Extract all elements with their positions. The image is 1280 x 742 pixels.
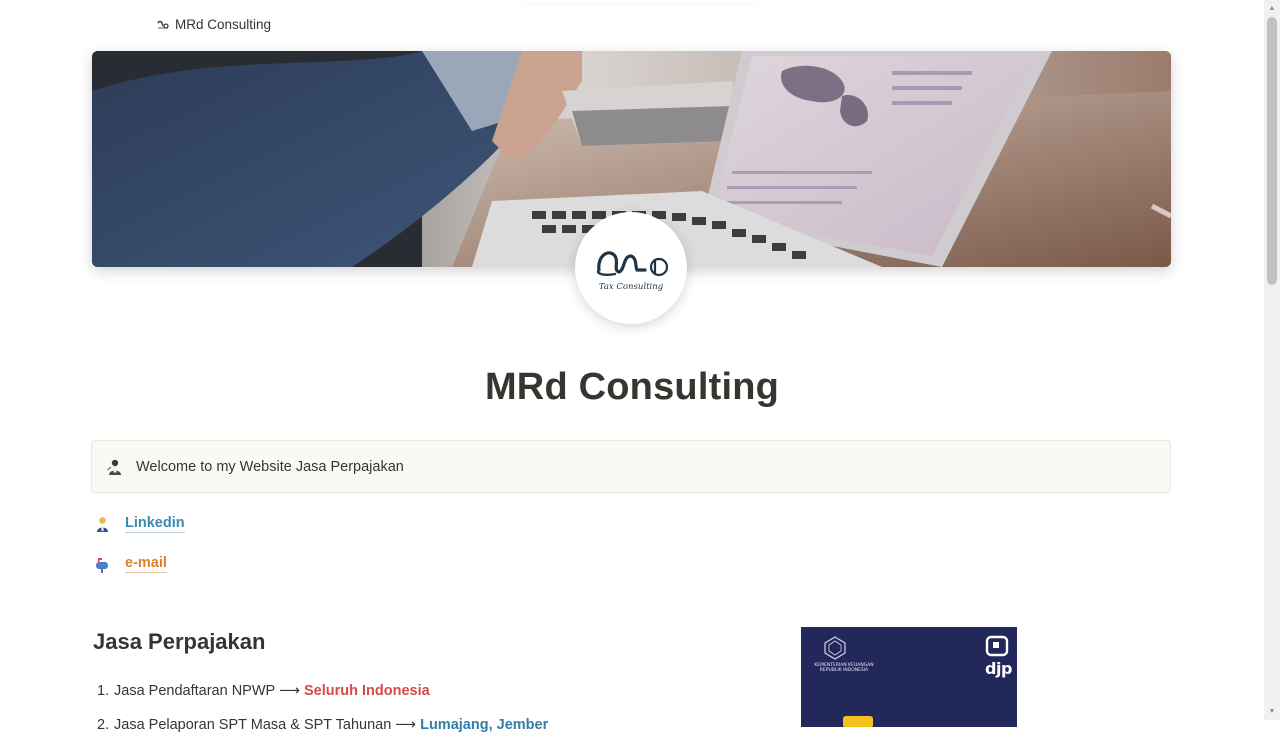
page-title: MRd Consulting xyxy=(484,366,780,408)
logo-avatar: Tax Consulting xyxy=(575,212,687,324)
list-number: 1. xyxy=(97,683,110,699)
djp-brand: djp xyxy=(985,659,1012,678)
arrow-icon: ⟶ xyxy=(395,717,417,733)
service-area: Seluruh Indonesia xyxy=(304,683,430,699)
person-emoji-icon xyxy=(95,516,110,533)
scroll-down-icon[interactable]: ▼ xyxy=(1264,703,1280,720)
scroll-thumb[interactable] xyxy=(1267,17,1277,285)
list-item: 2. Jasa Pelaporan SPT Masa & SPT Tahunan… xyxy=(97,708,548,742)
callout-text: Welcome to my Website Jasa Perpajakan xyxy=(136,458,404,475)
page-logo-icon xyxy=(157,19,169,31)
ministry-text: KEMENTERIAN KEUANGAN REPUBLIK INDONESIA xyxy=(814,663,874,673)
services-heading: Jasa Perpajakan xyxy=(93,629,266,654)
breadcrumb[interactable]: MRd Consulting xyxy=(157,17,271,32)
top-bar: MRd Consulting xyxy=(0,0,1264,50)
services-list: 1. Jasa Pendaftaran NPWP ⟶ Seluruh Indon… xyxy=(97,674,548,742)
top-overlay-edge xyxy=(525,0,755,3)
teacher-emoji-icon xyxy=(106,458,124,476)
linkedin-row: Linkedin xyxy=(95,515,185,533)
service-area: Lumajang, Jember xyxy=(420,717,549,733)
service-text: Jasa Pendaftaran NPWP xyxy=(114,683,276,699)
djp-image: KEMENTERIAN KEUANGAN REPUBLIK INDONESIA … xyxy=(801,627,1017,727)
scrollbar[interactable]: ▲ ▼ xyxy=(1264,0,1280,720)
service-text: Jasa Pelaporan SPT Masa & SPT Tahunan xyxy=(114,717,392,733)
list-item: 1. Jasa Pendaftaran NPWP ⟶ Seluruh Indon… xyxy=(97,674,548,708)
arrow-icon: ⟶ xyxy=(279,683,300,699)
email-link[interactable]: e-mail xyxy=(125,555,167,573)
mailbox-emoji-icon xyxy=(95,556,110,573)
scroll-up-icon[interactable]: ▲ xyxy=(1264,0,1280,17)
logo-tagline: Tax Consulting xyxy=(599,282,664,292)
list-number: 2. xyxy=(97,717,110,733)
breadcrumb-label[interactable]: MRd Consulting xyxy=(175,17,271,32)
linkedin-link[interactable]: Linkedin xyxy=(125,515,185,533)
email-row: e-mail xyxy=(95,555,167,573)
welcome-callout: Welcome to my Website Jasa Perpajakan xyxy=(91,440,1171,493)
